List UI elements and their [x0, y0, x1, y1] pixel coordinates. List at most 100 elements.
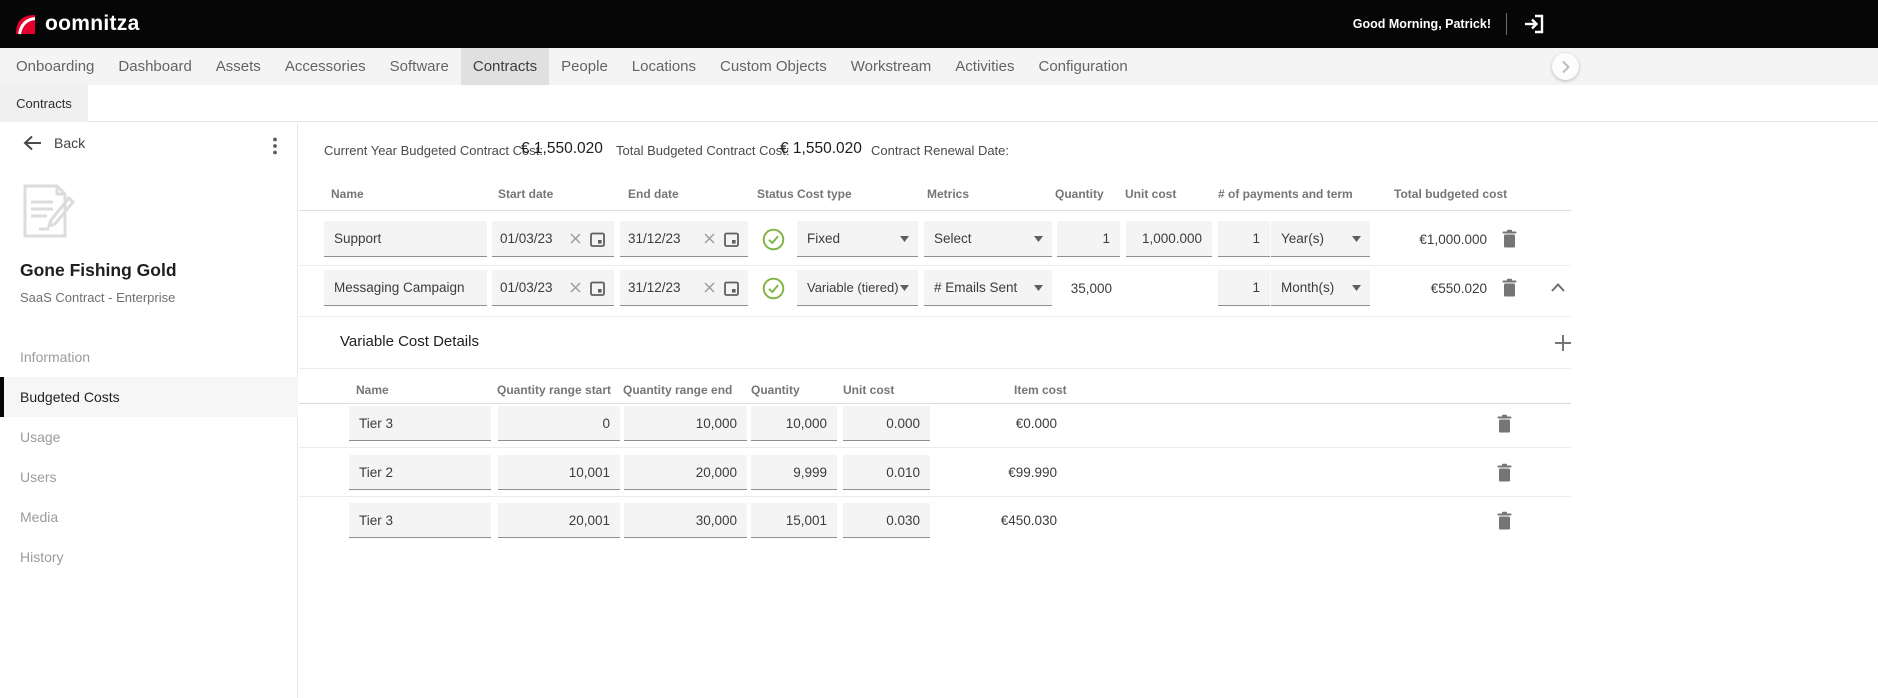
- term-value: Month(s): [1281, 280, 1335, 295]
- end-date-value: 31/12/23: [628, 280, 681, 295]
- nav-item-onboarding[interactable]: Onboarding: [4, 48, 106, 85]
- status-ok-icon: [762, 277, 785, 305]
- term-select[interactable]: Year(s): [1271, 221, 1370, 257]
- range-start-input[interactable]: 0: [498, 406, 620, 441]
- sidebar-item-information[interactable]: Information: [0, 337, 298, 377]
- delete-tier-button[interactable]: [1496, 463, 1513, 483]
- tier-quantity-value: 15,001: [785, 512, 827, 528]
- tier-name-input[interactable]: Tier 2: [349, 455, 491, 490]
- col-header-name: Name: [331, 187, 364, 201]
- nav-item-people[interactable]: People: [549, 48, 620, 85]
- arrow-left-icon: [23, 135, 41, 151]
- chevron-down-icon: [900, 235, 909, 242]
- num-payments-input[interactable]: 1: [1218, 270, 1270, 306]
- topbar-divider: [1506, 13, 1507, 35]
- trash-icon: [1497, 511, 1512, 530]
- nav-item-accessories[interactable]: Accessories: [273, 48, 378, 85]
- range-start-value: 0: [602, 415, 610, 431]
- col-header-end-date: End date: [628, 187, 679, 201]
- sidebar-item-budgeted-costs[interactable]: Budgeted Costs: [0, 377, 298, 417]
- col-header-tier-quantity: Quantity: [751, 383, 800, 397]
- item-cost-value: €0.000: [1015, 416, 1057, 431]
- cost-type-select[interactable]: Variable (tiered): [797, 270, 918, 306]
- tier-unit-cost-input[interactable]: 0.010: [843, 455, 930, 490]
- num-payments-value: 1: [1252, 280, 1260, 295]
- clear-icon[interactable]: [704, 233, 715, 244]
- cost-type-select[interactable]: Fixed: [797, 221, 918, 257]
- sidebar-item-history[interactable]: History: [0, 537, 298, 577]
- tier-name-value: Tier 3: [359, 512, 394, 528]
- delete-tier-button[interactable]: [1496, 414, 1513, 434]
- delete-tier-button[interactable]: [1496, 511, 1513, 531]
- nav-item-contracts[interactable]: Contracts: [460, 48, 550, 85]
- trash-icon: [1497, 414, 1512, 433]
- more-options-button[interactable]: [266, 136, 284, 161]
- calendar-icon[interactable]: [724, 231, 739, 247]
- name-input[interactable]: Messaging Campaign: [324, 270, 487, 306]
- section-divider: [299, 368, 1571, 369]
- chevron-down-icon: [1352, 284, 1361, 291]
- quantity-input[interactable]: 1: [1057, 221, 1120, 257]
- tier-quantity-input[interactable]: 10,000: [751, 406, 837, 441]
- tab-contracts[interactable]: Contracts: [0, 85, 88, 122]
- nav-item-software[interactable]: Software: [378, 48, 461, 85]
- end-date-input[interactable]: 31/12/23: [620, 270, 748, 306]
- name-value: Messaging Campaign: [334, 280, 465, 295]
- nav-item-activities[interactable]: Activities: [943, 48, 1026, 85]
- status-ok-icon: [762, 228, 785, 256]
- range-end-input[interactable]: 30,000: [624, 503, 747, 538]
- range-start-value: 20,001: [568, 512, 610, 528]
- tier-unit-cost-value: 0.010: [886, 464, 920, 480]
- nav-item-configuration[interactable]: Configuration: [1026, 48, 1139, 85]
- row-divider: [299, 316, 1571, 317]
- collapse-row-button[interactable]: [1551, 283, 1565, 292]
- end-date-input[interactable]: 31/12/23: [620, 221, 748, 257]
- term-select[interactable]: Month(s): [1271, 270, 1370, 306]
- nav-item-assets[interactable]: Assets: [204, 48, 273, 85]
- logout-icon[interactable]: [1522, 12, 1546, 36]
- nav-item-workstream[interactable]: Workstream: [839, 48, 944, 85]
- contract-document-icon: [19, 182, 76, 245]
- chevron-down-icon: [1034, 235, 1043, 242]
- num-payments-input[interactable]: 1: [1218, 221, 1270, 257]
- back-button[interactable]: Back: [23, 135, 85, 151]
- nav-item-locations[interactable]: Locations: [620, 48, 708, 85]
- tier-unit-cost-input[interactable]: 0.000: [843, 406, 930, 441]
- calendar-icon[interactable]: [590, 280, 605, 296]
- range-end-input[interactable]: 10,000: [624, 406, 747, 441]
- range-end-input[interactable]: 20,000: [624, 455, 747, 490]
- tier-quantity-input[interactable]: 15,001: [751, 503, 837, 538]
- total-budgeted-cost-value: €550.020: [1430, 281, 1487, 296]
- calendar-icon[interactable]: [724, 280, 739, 296]
- nav-scroll-right-button[interactable]: [1552, 53, 1579, 80]
- sidebar-item-media[interactable]: Media: [0, 497, 298, 537]
- metrics-select[interactable]: Select: [924, 221, 1052, 257]
- nav-item-dashboard[interactable]: Dashboard: [106, 48, 203, 85]
- range-start-input[interactable]: 20,001: [498, 503, 620, 538]
- clear-icon[interactable]: [570, 282, 581, 293]
- clear-icon[interactable]: [704, 282, 715, 293]
- tier-name-input[interactable]: Tier 3: [349, 503, 491, 538]
- tier-unit-cost-value: 0.000: [886, 415, 920, 431]
- add-tier-button[interactable]: [1554, 334, 1572, 352]
- nav-item-custom-objects[interactable]: Custom Objects: [708, 48, 839, 85]
- start-date-input[interactable]: 01/03/23: [492, 270, 614, 306]
- delete-row-button[interactable]: [1501, 278, 1518, 298]
- tier-quantity-input[interactable]: 9,999: [751, 455, 837, 490]
- unit-cost-input[interactable]: 1,000.000: [1126, 221, 1212, 257]
- tier-quantity-value: 10,000: [785, 415, 827, 431]
- sidebar-item-users[interactable]: Users: [0, 457, 298, 497]
- delete-row-button[interactable]: [1501, 229, 1518, 249]
- col-header-cost-type: Cost type: [797, 187, 852, 201]
- contract-subtitle: SaaS Contract - Enterprise: [20, 290, 176, 305]
- calendar-icon[interactable]: [590, 231, 605, 247]
- range-start-input[interactable]: 10,001: [498, 455, 620, 490]
- tier-name-input[interactable]: Tier 3: [349, 406, 491, 441]
- clear-icon[interactable]: [570, 233, 581, 244]
- metrics-select[interactable]: # Emails Sent: [924, 270, 1052, 306]
- tier-unit-cost-input[interactable]: 0.030: [843, 503, 930, 538]
- start-date-input[interactable]: 01/03/23: [492, 221, 614, 257]
- name-input[interactable]: Support: [324, 221, 487, 257]
- total-budgeted-cost-value: €1,000.000: [1419, 232, 1487, 247]
- sidebar-item-usage[interactable]: Usage: [0, 417, 298, 457]
